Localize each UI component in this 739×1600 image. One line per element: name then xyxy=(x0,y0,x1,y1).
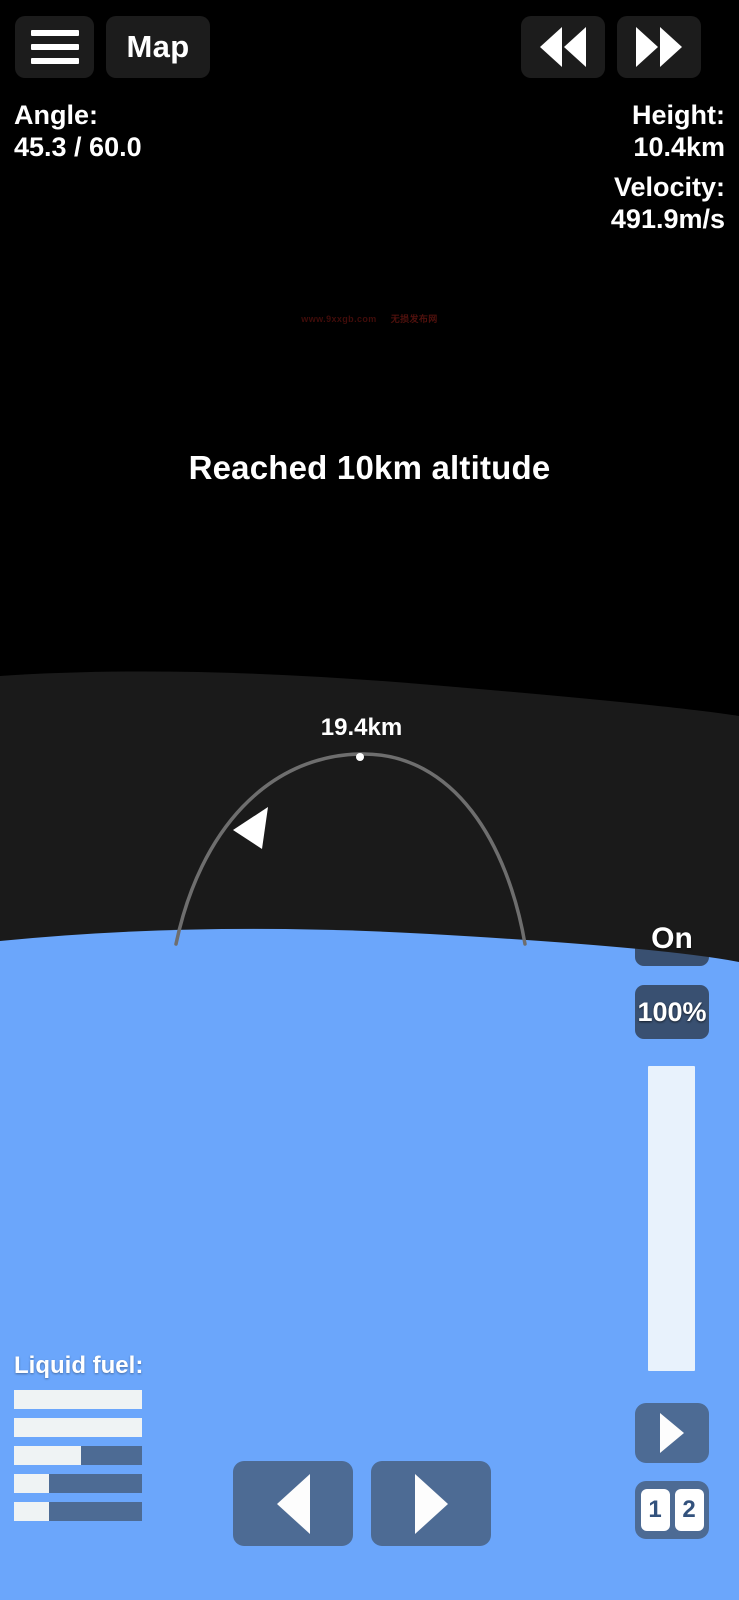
height-value: 10.4km xyxy=(633,131,725,162)
stage-indicator[interactable]: 1 2 xyxy=(635,1481,709,1539)
apoapsis-marker-dot xyxy=(356,753,364,761)
fuel-bar xyxy=(14,1502,142,1521)
triangle-left-icon xyxy=(276,1473,310,1534)
stage-activate-button[interactable] xyxy=(635,1403,709,1463)
triangle-right-icon xyxy=(414,1473,448,1534)
fuel-bar xyxy=(14,1446,142,1465)
height-label: Height: xyxy=(632,100,725,130)
fuel-bar-fill xyxy=(14,1474,49,1493)
velocity-value: 491.9m/s xyxy=(610,203,725,234)
play-triangle-icon xyxy=(660,1413,684,1453)
fuel-bar-fill xyxy=(14,1390,142,1409)
height-readout: Height: 10.4km xyxy=(632,100,725,164)
fuel-bar xyxy=(14,1418,142,1437)
hamburger-menu-icon xyxy=(30,26,79,68)
map-button-label: Map xyxy=(126,29,190,64)
fuel-bar xyxy=(14,1474,142,1493)
angle-readout: Angle: 45.3 / 60.0 xyxy=(14,100,142,164)
rotate-left-button[interactable] xyxy=(233,1461,353,1546)
throttle-slider-fill xyxy=(648,1066,695,1371)
throttle-percent-label: 100% xyxy=(637,996,707,1027)
throttle-percent-button[interactable]: 100% xyxy=(635,985,709,1039)
fuel-bar-fill xyxy=(14,1446,81,1465)
menu-button[interactable] xyxy=(15,16,94,78)
angle-label: Angle: xyxy=(14,100,98,130)
stage-chip-1[interactable]: 1 xyxy=(640,1489,670,1531)
time-rewind-button[interactable] xyxy=(521,16,605,78)
throttle-slider[interactable] xyxy=(648,1066,695,1371)
angle-value: 45.3 / 60.0 xyxy=(14,131,142,162)
rotate-right-button[interactable] xyxy=(371,1461,491,1546)
fuel-panel-label: Liquid fuel: xyxy=(14,1352,144,1379)
fuel-bar-list xyxy=(14,1390,164,1521)
fuel-panel: Liquid fuel: xyxy=(14,1352,164,1530)
game-viewport: www.9xxgb.com 无损发布网 Map Angle: 45.3 / 60.… xyxy=(0,0,739,1600)
apoapsis-altitude-label: 19.4km xyxy=(320,714,403,741)
map-button[interactable]: Map xyxy=(106,16,210,78)
engine-toggle-button[interactable]: On xyxy=(635,912,709,966)
time-warp-button[interactable] xyxy=(617,16,701,78)
status-message: Reached 10km altitude xyxy=(188,449,551,486)
stage-chip-2[interactable]: 2 xyxy=(674,1489,704,1531)
velocity-label: Velocity: xyxy=(613,172,725,202)
velocity-readout: Velocity: 491.9m/s xyxy=(611,172,725,236)
watermark-url: www.9xxgb.com xyxy=(301,314,377,324)
rewind-double-left-icon xyxy=(540,27,586,67)
fuel-bar-fill xyxy=(14,1502,49,1521)
watermark-text: www.9xxgb.com 无损发布网 xyxy=(0,312,739,325)
fuel-bar xyxy=(14,1390,142,1409)
fast-forward-double-right-icon xyxy=(636,27,682,67)
fuel-bar-fill xyxy=(14,1418,142,1437)
engine-state-label: On xyxy=(651,922,693,955)
watermark-cjk: 无损发布网 xyxy=(390,314,438,324)
